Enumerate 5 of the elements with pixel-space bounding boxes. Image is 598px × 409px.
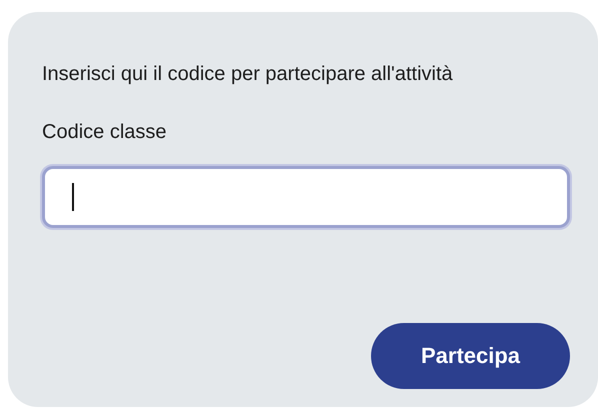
- code-input-field[interactable]: [42, 166, 570, 228]
- field-label: Codice classe: [42, 120, 168, 144]
- instruction-text: Inserisci qui il codice per partecipare all'attività: [42, 62, 454, 86]
- join-button[interactable]: Partecipa: [371, 323, 570, 389]
- text-cursor: [72, 183, 74, 211]
